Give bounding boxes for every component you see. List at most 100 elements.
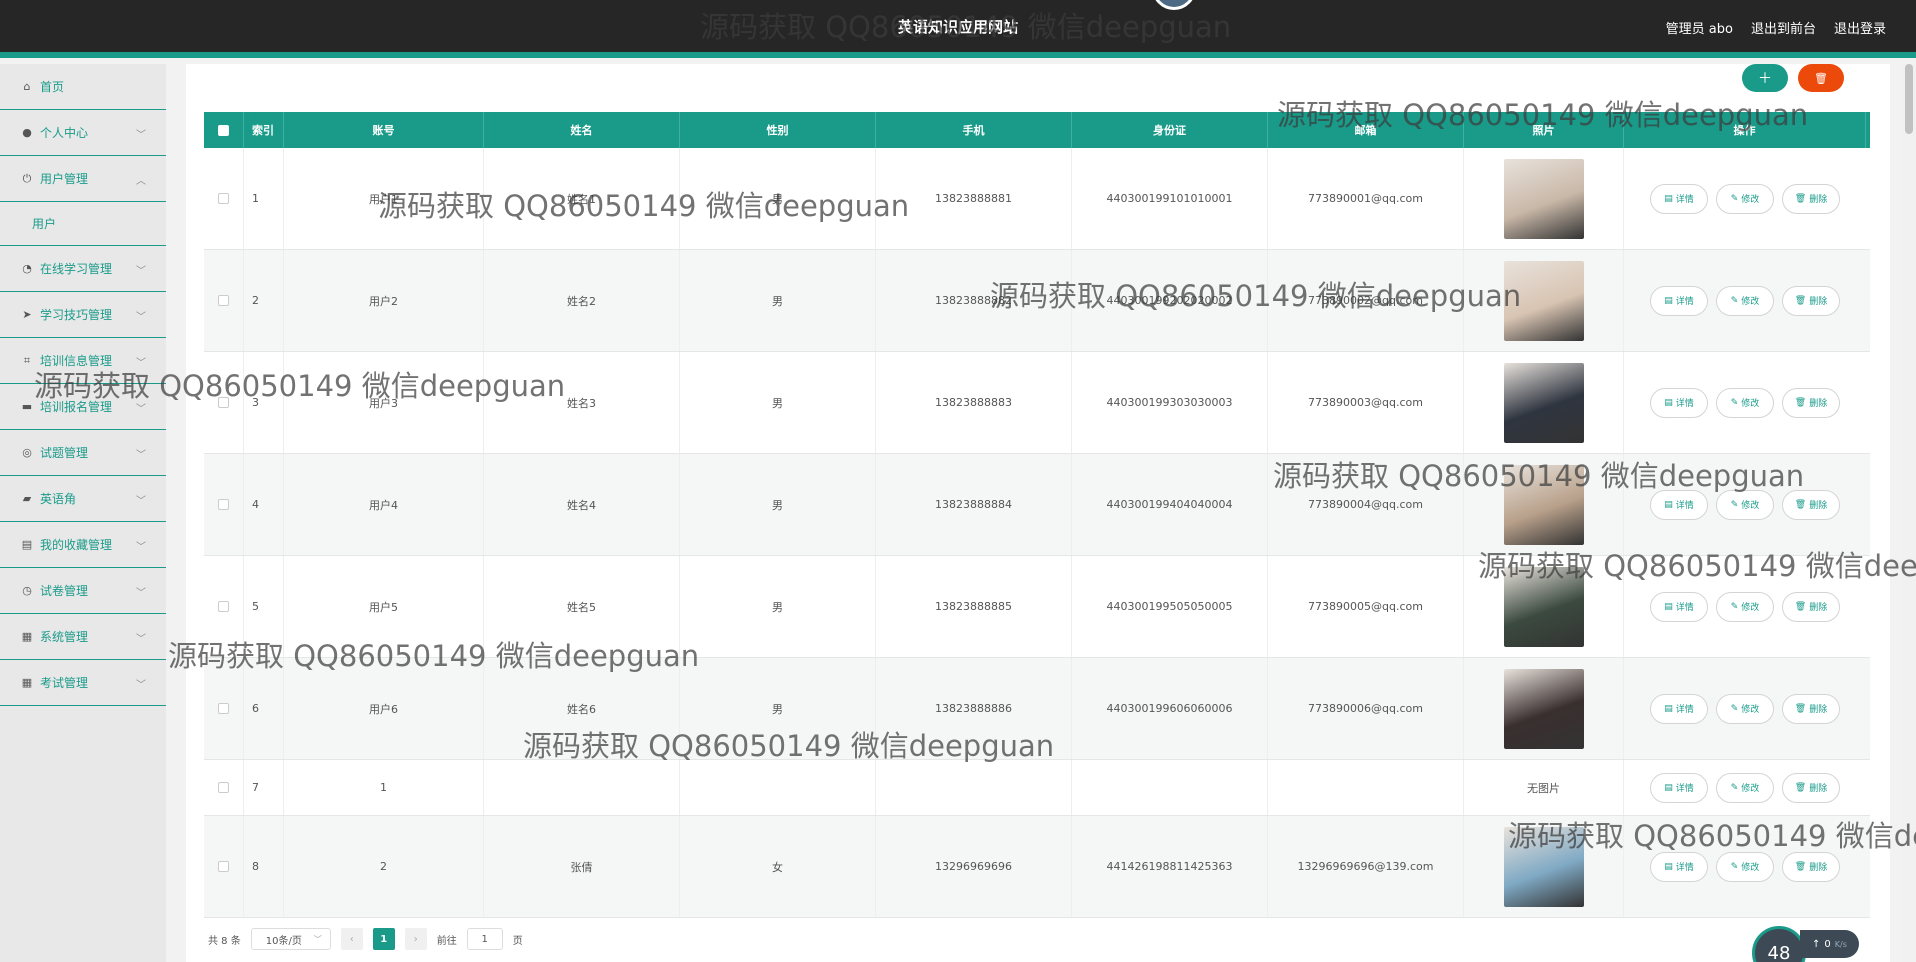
delete-button[interactable]: 🗑 删除 xyxy=(1782,285,1840,316)
cell-name xyxy=(484,760,680,815)
sidebar-item-home[interactable]: ⌂ 首页 xyxy=(0,64,166,110)
table-row: 1 用户1 姓名1 男 13823888881 440300199101010001 773… xyxy=(204,148,1870,250)
delete-button[interactable]: 🗑 删除 xyxy=(1782,183,1840,214)
logout-link[interactable]: 退出登录 xyxy=(1834,18,1886,37)
page-size-select[interactable]: 10条/页 ﹀ xyxy=(250,928,331,950)
detail-button[interactable]: ▤ 详情 xyxy=(1650,693,1708,724)
upload-arrow-icon: ↑ xyxy=(1812,938,1821,950)
batch-delete-button[interactable]: 🗑 xyxy=(1798,64,1844,92)
edit-button[interactable]: ✎ 修改 xyxy=(1716,591,1774,622)
sidebar-item-english-corner[interactable]: ▰ 英语角 ﹀ xyxy=(0,476,166,522)
delete-label: 删除 xyxy=(1809,501,1828,511)
cell-actions: ▤ 详情 ✎ 修改 🗑 删除 xyxy=(1624,816,1866,917)
cell-name: 张倩 xyxy=(484,816,680,917)
page-scrollbar[interactable] xyxy=(1902,64,1916,962)
delete-button[interactable]: 🗑 删除 xyxy=(1782,693,1840,724)
doc-icon: ▤ xyxy=(1664,295,1673,306)
scrollbar-thumb[interactable] xyxy=(1905,64,1913,134)
chevron-down-icon: ﹀ xyxy=(136,542,146,553)
next-page-button[interactable]: › xyxy=(404,928,427,950)
row-checkbox[interactable] xyxy=(218,397,229,408)
sidebar-item-question-bank[interactable]: ◎ 试题管理 ﹀ xyxy=(0,430,166,476)
edit-button[interactable]: ✎ 修改 xyxy=(1716,183,1774,214)
crop-icon: ⌗ xyxy=(23,353,31,367)
row-checkbox[interactable] xyxy=(218,601,229,612)
row-select-cell xyxy=(204,760,244,815)
sidebar-item-my-favorites[interactable]: ▤ 我的收藏管理 ﹀ xyxy=(0,522,166,568)
delete-button[interactable]: 🗑 删除 xyxy=(1782,591,1840,622)
sidebar-item-online-learning[interactable]: ◔ 在线学习管理 ﹀ xyxy=(0,246,166,292)
row-select-cell xyxy=(204,658,244,759)
edit-button[interactable]: ✎ 修改 xyxy=(1716,285,1774,316)
cell-index: 2 xyxy=(244,250,284,351)
chevron-down-icon: ﹀ xyxy=(136,404,146,415)
edit-button[interactable]: ✎ 修改 xyxy=(1716,851,1774,882)
detail-button[interactable]: ▤ 详情 xyxy=(1650,489,1708,520)
row-checkbox[interactable] xyxy=(218,295,229,306)
goto-label: 前往 xyxy=(436,935,457,947)
goto-page-input[interactable]: 1 xyxy=(466,928,503,950)
detail-button[interactable]: ▤ 详情 xyxy=(1650,183,1708,214)
cell-index: 6 xyxy=(244,658,284,759)
sidebar-item-user-management[interactable]: ⏻ 用户管理 ︿ xyxy=(0,156,166,202)
sidebar-item-label: 我的收藏管理 xyxy=(40,538,113,552)
cell-gender xyxy=(680,760,876,815)
sidebar-item-training-info[interactable]: ⌗ 培训信息管理 ﹀ xyxy=(0,338,166,384)
delete-button[interactable]: 🗑 删除 xyxy=(1782,489,1840,520)
select-all-cell xyxy=(204,112,244,148)
cell-photo xyxy=(1464,454,1624,555)
cell-idcard: 440300199202020002 xyxy=(1072,250,1268,351)
detail-button[interactable]: ▤ 详情 xyxy=(1650,285,1708,316)
add-button[interactable]: ＋ xyxy=(1742,64,1788,92)
sidebar-subitem-user[interactable]: 用户 xyxy=(0,202,166,246)
delete-button[interactable]: 🗑 删除 xyxy=(1782,772,1840,803)
admin-user-label: 管理员 abo xyxy=(1665,22,1733,37)
cell-actions: ▤ 详情 ✎ 修改 🗑 删除 xyxy=(1624,148,1866,249)
edit-button[interactable]: ✎ 修改 xyxy=(1716,693,1774,724)
cell-phone xyxy=(876,760,1072,815)
user-table: 索引 账号 姓名 性别 手机 身份证 邮箱 照片 操作 1 用户1 姓名1 男 1382… xyxy=(204,112,1870,918)
row-checkbox[interactable] xyxy=(218,499,229,510)
column-header-actions: 操作 xyxy=(1624,112,1866,148)
cell-idcard: 440300199101010001 xyxy=(1072,148,1268,249)
sidebar-item-label: 试题管理 xyxy=(40,446,89,460)
sidebar-item-personal-center[interactable]: ● 个人中心 ﹀ xyxy=(0,110,166,156)
cell-photo xyxy=(1464,148,1624,249)
detail-button[interactable]: ▤ 详情 xyxy=(1650,772,1708,803)
sidebar-item-label: 培训信息管理 xyxy=(40,354,113,368)
edit-button[interactable]: ✎ 修改 xyxy=(1716,387,1774,418)
edit-button[interactable]: ✎ 修改 xyxy=(1716,489,1774,520)
row-select-cell xyxy=(204,454,244,555)
delete-button[interactable]: 🗑 删除 xyxy=(1782,851,1840,882)
cell-index: 5 xyxy=(244,556,284,657)
sidebar-item-exam-management[interactable]: ▦ 考试管理 ﹀ xyxy=(0,660,166,706)
detail-button[interactable]: ▤ 详情 xyxy=(1650,851,1708,882)
row-checkbox[interactable] xyxy=(218,861,229,872)
cell-actions: ▤ 详情 ✎ 修改 🗑 删除 xyxy=(1624,454,1866,555)
select-all-checkbox[interactable] xyxy=(218,124,229,136)
sidebar-item-system-management[interactable]: ▦ 系统管理 ﹀ xyxy=(0,614,166,660)
detail-button[interactable]: ▤ 详情 xyxy=(1650,591,1708,622)
table-row: 5 用户5 姓名5 男 13823888885 440300199505050005 773… xyxy=(204,556,1870,658)
chevron-down-icon: ﹀ xyxy=(136,680,146,691)
edit-icon: ✎ xyxy=(1730,193,1739,204)
cell-phone: 13823888886 xyxy=(876,658,1072,759)
chevron-down-icon: ﹀ xyxy=(136,496,146,507)
prev-page-button[interactable]: ‹ xyxy=(340,928,363,950)
row-checkbox[interactable] xyxy=(218,193,229,204)
column-header-email: 邮箱 xyxy=(1268,112,1464,148)
detail-button[interactable]: ▤ 详情 xyxy=(1650,387,1708,418)
edit-icon: ✎ xyxy=(1730,601,1739,612)
sidebar-item-training-signup[interactable]: ▬ 培训报名管理 ﹀ xyxy=(0,384,166,430)
row-checkbox[interactable] xyxy=(218,703,229,714)
row-checkbox[interactable] xyxy=(218,782,229,793)
page-number-button[interactable]: 1 xyxy=(372,928,395,950)
edit-button[interactable]: ✎ 修改 xyxy=(1716,772,1774,803)
cell-actions: ▤ 详情 ✎ 修改 🗑 删除 xyxy=(1624,760,1866,815)
delete-button[interactable]: 🗑 删除 xyxy=(1782,387,1840,418)
exit-to-frontend-link[interactable]: 退出到前台 xyxy=(1751,18,1816,37)
column-header-idcard: 身份证 xyxy=(1072,112,1268,148)
sidebar-item-paper-management[interactable]: ◷ 试卷管理 ﹀ xyxy=(0,568,166,614)
cell-account: 用户1 xyxy=(284,148,484,249)
sidebar-item-study-tips[interactable]: ➤ 学习技巧管理 ﹀ xyxy=(0,292,166,338)
